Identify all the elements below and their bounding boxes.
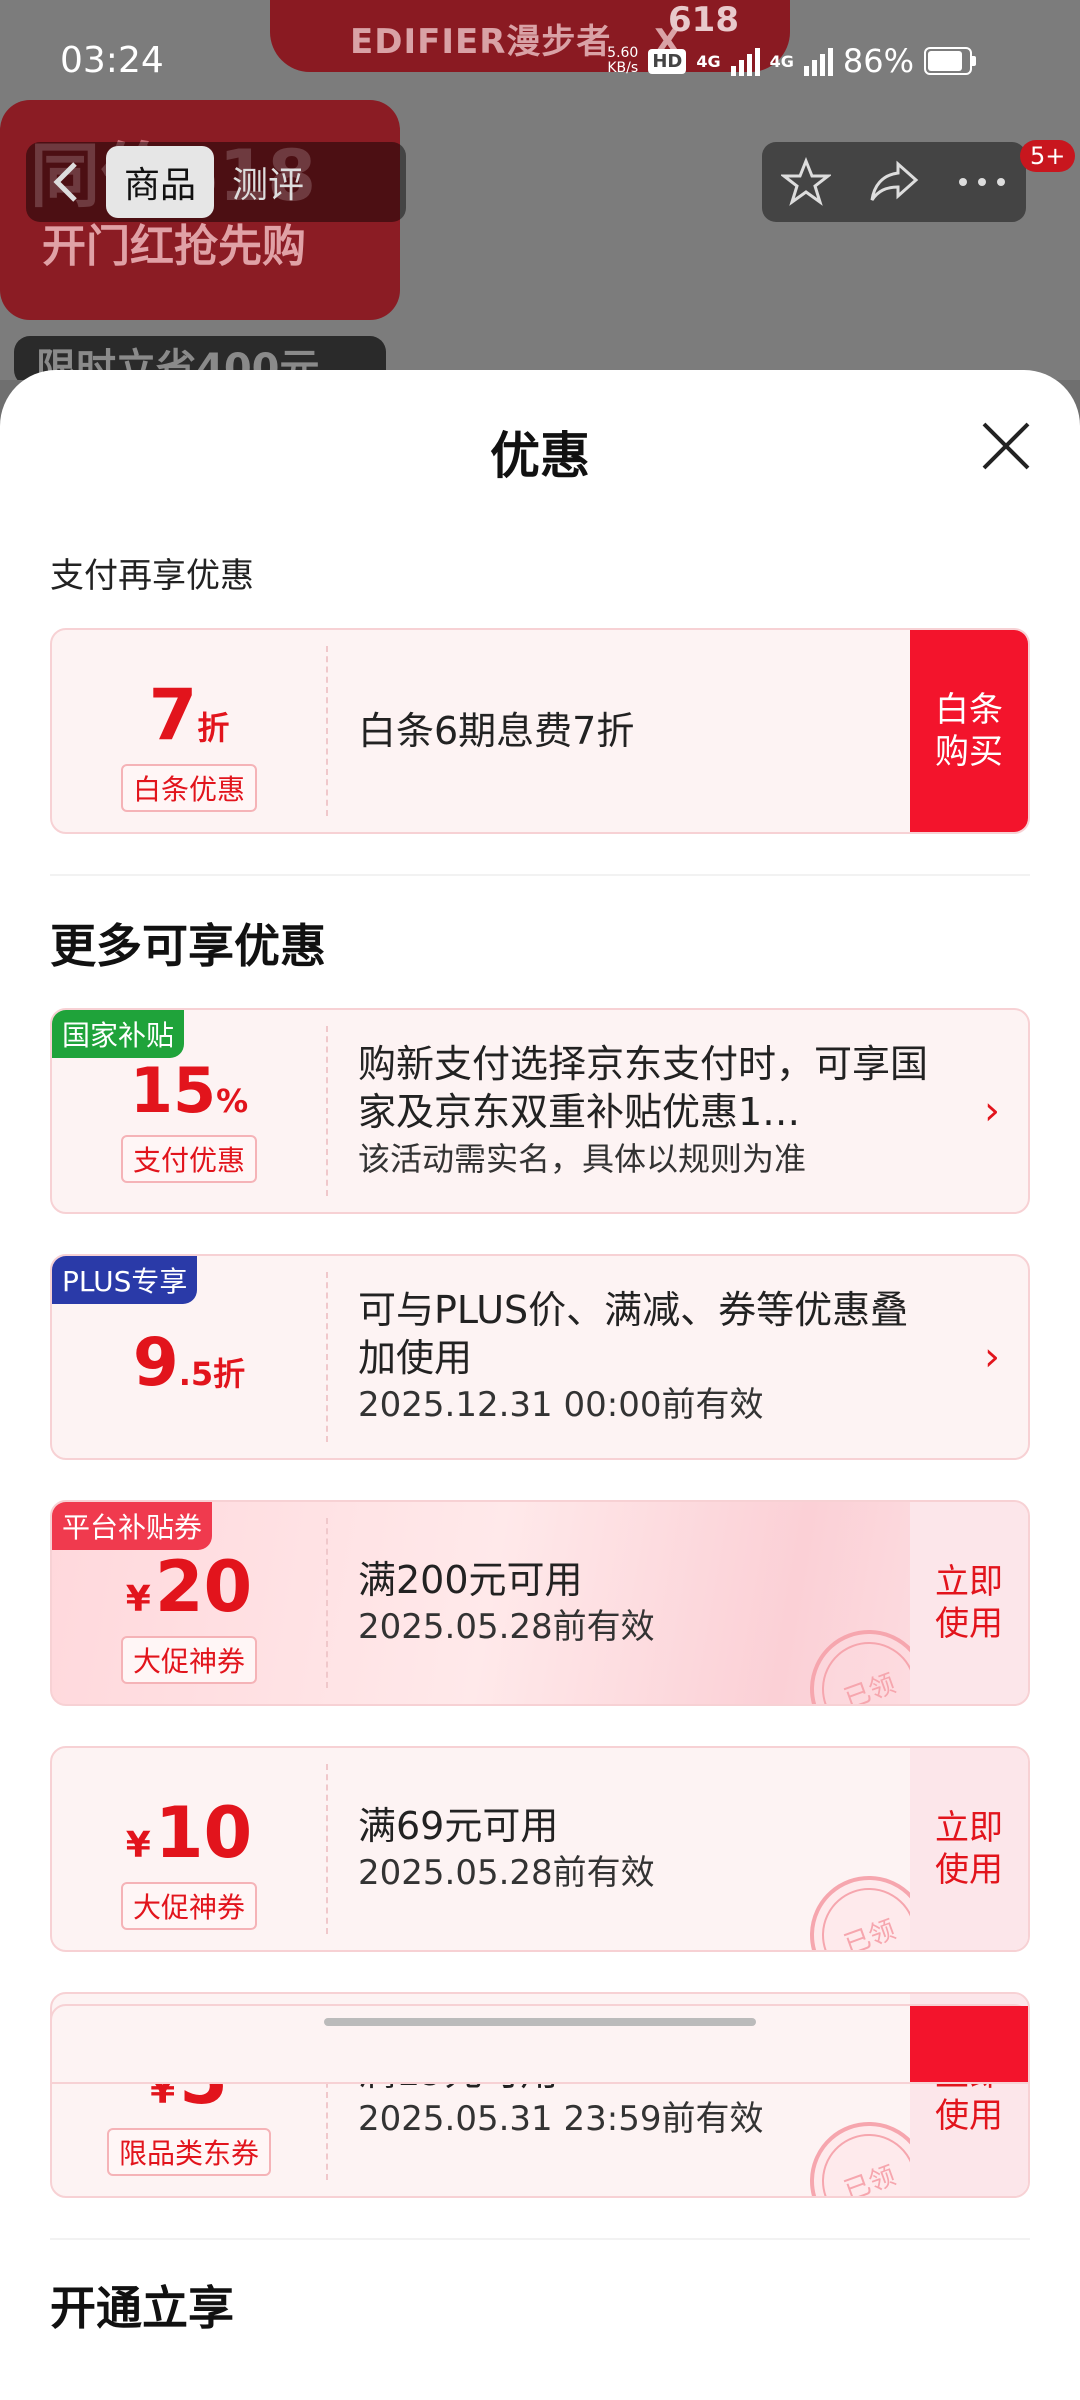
use-now-label: 立即使用 [935,1562,1003,1644]
tab-reviews[interactable]: 测评 [214,146,322,218]
back-icon [53,162,77,202]
status-icons: 5.60 KB/s HD 4G 4G 86% [607,42,976,80]
offer-desc-line1: 购新支付选择京东支付时，可享国家及京东双重补贴优惠1… [358,1042,929,1134]
coupon-number: 10 [154,1792,253,1874]
membership-action[interactable] [910,2006,1028,2082]
signal-icon [803,46,833,76]
sim2-label: 4G [769,51,794,71]
use-now-label: 立即使用 [935,1808,1003,1890]
chevron-right-icon[interactable]: › [984,1334,1000,1380]
baitiao-desc: 白条6期息费7折 [358,709,635,753]
baitiao-buy-button[interactable]: 白条购买 [910,630,1028,832]
chevron-right-icon[interactable]: › [984,1088,1000,1134]
hd-icon: HD [648,48,687,74]
use-now-button[interactable]: 立即使用 [910,1502,1028,1704]
pay-section-title: 支付再享优惠 [50,556,254,596]
baitiao-buy-label: 白条购买 [935,690,1003,772]
baitiao-number: 7 [148,674,198,756]
card-separator [326,1764,328,1934]
offer-number: 9 [132,1324,179,1401]
coupon-pill: 大促神券 [120,1882,257,1930]
card-separator [326,646,328,816]
baitiao-card[interactable]: 7折 白条优惠 白条6期息费7折 白条购买 [50,628,1030,834]
offer-value: 15% [52,1054,326,1127]
coupon-card[interactable]: ¥20 大促神券 平台补贴券 满200元可用 2025.05.28前有效 已领 … [50,1500,1030,1706]
baitiao-value-block: 7折 白条优惠 [52,630,326,832]
coupon-value: ¥10 [52,1792,326,1874]
sim1-label: 4G [696,51,721,71]
section-divider [50,874,1030,876]
coupon-number: 20 [154,1546,253,1628]
offer-unit: .5折 [178,1355,246,1393]
membership-card-partial[interactable] [50,2004,1030,2084]
card-separator [326,1026,328,1196]
status-time: 03:24 [60,40,164,81]
baitiao-desc-block: 白条6期息费7折 [358,630,938,832]
sheet-title: 优惠 [490,427,590,485]
coupon-tag-platform-subsidy: 平台补贴券 [52,1502,213,1550]
net-speed-value: 5.60 [607,45,639,61]
offer-value: 9.5折 [52,1324,326,1401]
offer-tag-national-subsidy: 国家补贴 [52,1010,185,1058]
coupon-currency: ¥ [125,1579,151,1620]
battery-percent: 86% [842,42,914,80]
status-bar: 03:24 5.60 KB/s HD 4G 4G 86% [0,0,1080,120]
top-nav-left: 商品 测评 [26,142,406,222]
open-section-title: 开通立享 [50,2281,234,2335]
coupon-currency: ¥ [125,1825,151,1866]
more-section-title: 更多可享优惠 [50,919,326,973]
baitiao-unit: 折 [197,709,230,747]
offer-card-national-subsidy[interactable]: 15% 支付优惠 国家补贴 购新支付选择京东支付时，可享国家及京东双重补贴优惠1… [50,1008,1030,1214]
offer-desc-line2: 2025.12.31 00:00前有效 [358,1385,764,1425]
offer-card-plus[interactable]: 9.5折 PLUS专享 可与PLUS价、满减、券等优惠叠加使用 2025.12.… [50,1254,1030,1460]
net-speed: 5.60 KB/s [607,46,638,76]
share-icon[interactable] [868,160,920,204]
battery-icon [924,47,976,75]
star-icon[interactable] [780,157,831,207]
discount-sheet: 优惠 支付再享优惠 7折 白条优惠 白条6期息费7折 白条购买 更多可享优惠 1… [0,370,1080,2400]
baitiao-pill: 白条优惠 [120,764,257,812]
offer-desc-line1: 可与PLUS价、满减、券等优惠叠加使用 [358,1288,909,1380]
close-icon[interactable] [980,420,1032,472]
net-speed-unit: KB/s [607,60,639,76]
more-icon[interactable] [957,176,1007,188]
signal-icon [730,46,760,76]
section-divider [50,2238,1030,2240]
offer-desc-block: 可与PLUS价、满减、券等优惠叠加使用 2025.12.31 00:00前有效 [358,1256,938,1458]
coupon-value-block: ¥10 大促神券 [52,1748,326,1950]
coupon-pill: 限品类东券 [106,2128,271,2176]
offer-desc-block: 购新支付选择京东支付时，可享国家及京东双重补贴优惠1… 该活动需实名，具体以规则… [358,1010,938,1212]
home-indicator[interactable] [324,2018,756,2026]
top-nav-right [762,142,1026,222]
tab-products[interactable]: 商品 [106,146,215,218]
back-button[interactable] [26,142,106,222]
coupon-condition: 满200元可用 [358,1558,583,1602]
coupon-value: ¥20 [52,1546,326,1628]
offer-number: 15 [129,1054,217,1127]
coupon-pill: 大促神券 [120,1636,257,1684]
offer-pill: 支付优惠 [120,1135,257,1183]
baitiao-value: 7折 [52,674,326,756]
card-separator [326,1518,328,1688]
card-separator [326,1272,328,1442]
offer-unit: % [216,1082,249,1120]
offer-desc-line2: 该活动需实名，具体以规则为准 [358,1140,807,1178]
coupon-card[interactable]: ¥10 大促神券 满69元可用 2025.05.28前有效 已领 立即使用 [50,1746,1030,1952]
coupon-condition: 满69元可用 [358,1804,559,1848]
use-now-button[interactable]: 立即使用 [910,1748,1028,1950]
offer-tag-plus: PLUS专享 [52,1256,198,1304]
notification-badge: 5+ [1020,140,1076,172]
